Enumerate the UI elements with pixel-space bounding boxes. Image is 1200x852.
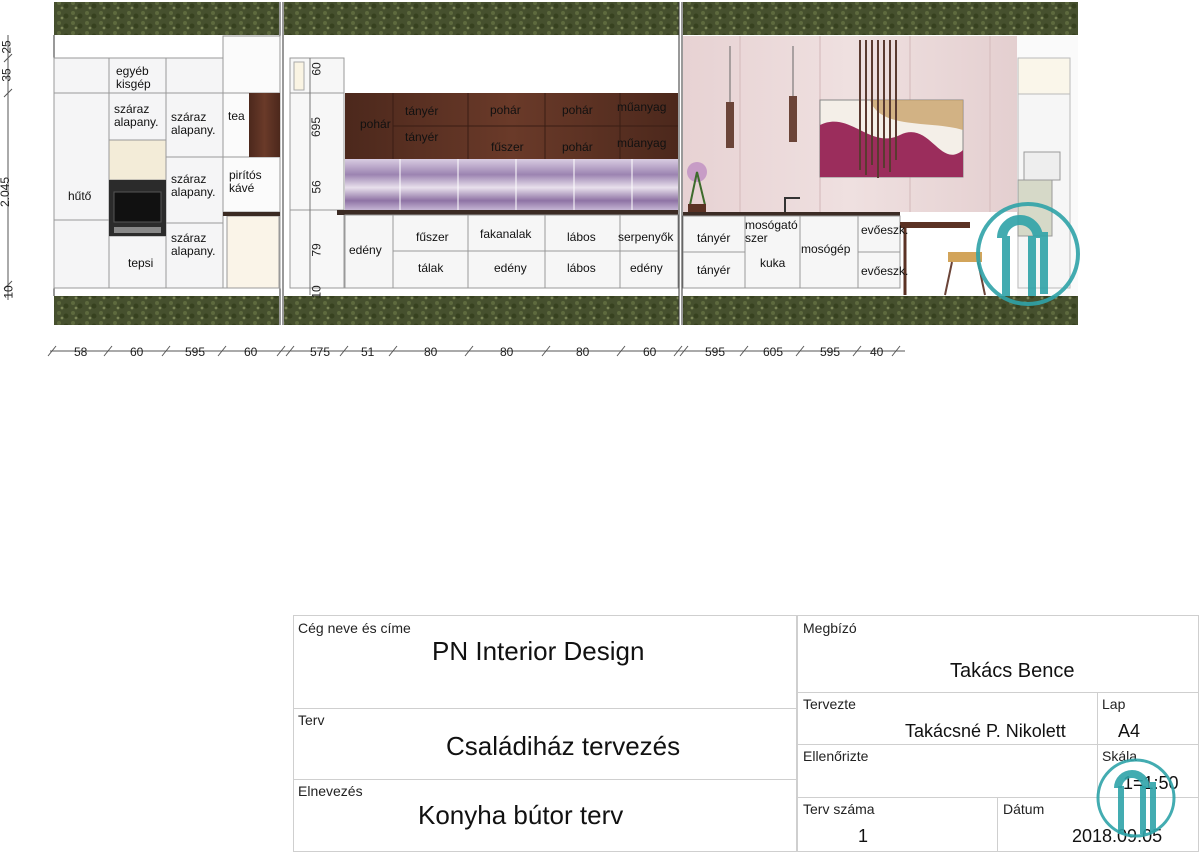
label-pohar: pohár xyxy=(360,117,391,131)
label-szaraz-alapany: száraz alapany. xyxy=(171,172,216,199)
label-tanyer: tányér xyxy=(405,130,439,144)
dim-mid-60: 60 xyxy=(309,62,324,76)
stone-band-top-3 xyxy=(683,2,1078,35)
stone-band-top-2 xyxy=(284,2,679,35)
dim-vertical-35: 35 xyxy=(0,68,14,82)
dim-bottom: 40 xyxy=(870,345,884,359)
tb-plan-value: Családiház tervezés xyxy=(446,731,681,761)
tb-checked-caption: Ellenőrizte xyxy=(803,748,869,764)
label-fuszer: fűszer xyxy=(491,140,524,154)
tb-checked-cell: Ellenőrizte xyxy=(797,744,1099,799)
tb-company-caption: Cég neve és címe xyxy=(298,620,411,636)
dim-bottom: 595 xyxy=(705,345,726,359)
dim-bottom: 595 xyxy=(185,345,206,359)
label-mosogato-szer: mosógató szer xyxy=(745,218,798,245)
stone-band-bottom-2 xyxy=(284,296,679,325)
tb-name-caption: Elnevezés xyxy=(298,783,363,799)
label-edeny: edény xyxy=(494,261,527,275)
label-szaraz-alapany: száraz alapany. xyxy=(171,231,216,258)
dim-bottom: 80 xyxy=(500,345,514,359)
label-fakanalak: fakanalak xyxy=(480,227,532,241)
tb-name-cell: Elnevezés Konyha bútor terv xyxy=(293,779,797,852)
tb-number-cell: Terv száma 1 xyxy=(797,797,999,852)
backsplash xyxy=(345,159,678,211)
dim-bottom: 595 xyxy=(820,345,841,359)
tb-sheet-value: A4 xyxy=(1118,721,1141,741)
label-tepsi: tepsi xyxy=(128,256,154,270)
label-edeny: edény xyxy=(630,261,663,275)
label-tanyer: tányér xyxy=(405,104,439,118)
tb-number-value: 1 xyxy=(858,826,869,846)
tb-sheet-caption: Lap xyxy=(1102,696,1126,712)
label-talak: tálak xyxy=(418,261,444,275)
dim-mid-10: 10 xyxy=(309,285,324,299)
tb-number-caption: Terv száma xyxy=(803,801,875,817)
tb-client-value: Takács Bence xyxy=(950,660,1075,682)
label-tea: tea xyxy=(228,109,245,123)
tb-name-value: Konyha bútor terv xyxy=(418,800,624,830)
label-szaraz-alapany: száraz alapany. xyxy=(114,102,159,129)
label-labos: lábos xyxy=(567,261,596,275)
label-szaraz-alapany: száraz alapany. xyxy=(171,110,216,137)
label-muanyag: műanyag xyxy=(617,136,667,150)
dim-vertical-10: 10 xyxy=(1,285,16,299)
label-edeny: edény xyxy=(349,243,382,257)
tb-designer-value: Takácsné P. Nikolett xyxy=(905,721,1066,741)
label-evoeszk: evőeszk. xyxy=(861,264,909,278)
dim-bottom: 60 xyxy=(244,345,258,359)
label-evoeszk: evőeszk. xyxy=(861,223,909,237)
label-fuszer: fűszer xyxy=(416,230,449,244)
label-pohar: pohár xyxy=(562,103,593,117)
tb-designer-caption: Tervezte xyxy=(803,696,856,712)
stone-band-bottom-3 xyxy=(683,296,1078,325)
label-kuka: kuka xyxy=(760,256,786,270)
label-tanyer: tányér xyxy=(697,263,731,277)
tb-plan-caption: Terv xyxy=(298,712,325,728)
section-1-tall-units xyxy=(53,35,281,289)
label-mosogep: mosógép xyxy=(801,242,851,256)
dim-bottom: 58 xyxy=(74,345,88,359)
label-muanyag: műanyag xyxy=(617,100,667,114)
dim-mid-79: 79 xyxy=(309,243,324,257)
tb-company-value: PN Interior Design xyxy=(432,636,645,666)
dim-bottom: 80 xyxy=(576,345,590,359)
label-serpenyok: serpenyők xyxy=(618,230,674,244)
dim-mid-56: 56 xyxy=(309,180,324,194)
label-tanyer: tányér xyxy=(697,231,731,245)
tb-company-cell: Cég neve és címe PN Interior Design xyxy=(293,615,797,710)
dim-vertical-204: 2.045 xyxy=(0,176,13,208)
tb-designer-cell: Tervezte Takácsné P. Nikolett xyxy=(797,692,1099,746)
stone-band-top-1 xyxy=(54,2,279,35)
tea-cabinet-wood xyxy=(249,93,280,157)
label-labos: lábos xyxy=(567,230,596,244)
label-huto: hűtő xyxy=(68,189,92,203)
dim-mid-695: 695 xyxy=(309,116,324,138)
stone-band-bottom-1 xyxy=(54,296,279,325)
label-egyeb-kisgep: egyéb kisgép xyxy=(116,64,151,91)
dim-bottom: 60 xyxy=(643,345,657,359)
dim-bottom: 605 xyxy=(763,345,784,359)
dim-vertical-25: 25 xyxy=(0,40,14,54)
tb-plan-cell: Terv Családiház tervezés xyxy=(293,708,797,781)
tb-client-cell: Megbízó Takács Bence xyxy=(797,615,1199,694)
tb-client-caption: Megbízó xyxy=(803,620,857,636)
dim-bottom: 575 xyxy=(310,345,331,359)
label-pohar: pohár xyxy=(562,140,593,154)
dim-bottom: 51 xyxy=(361,345,375,359)
dim-bottom: 60 xyxy=(130,345,144,359)
dim-bottom: 80 xyxy=(424,345,438,359)
label-pohar: pohár xyxy=(490,103,521,117)
tb-date-caption: Dátum xyxy=(1003,801,1045,817)
logo-icon xyxy=(1096,758,1176,838)
tb-sheet-cell: Lap A4 xyxy=(1097,692,1199,746)
label-piritos-kave: pirítós kávé xyxy=(229,168,262,195)
